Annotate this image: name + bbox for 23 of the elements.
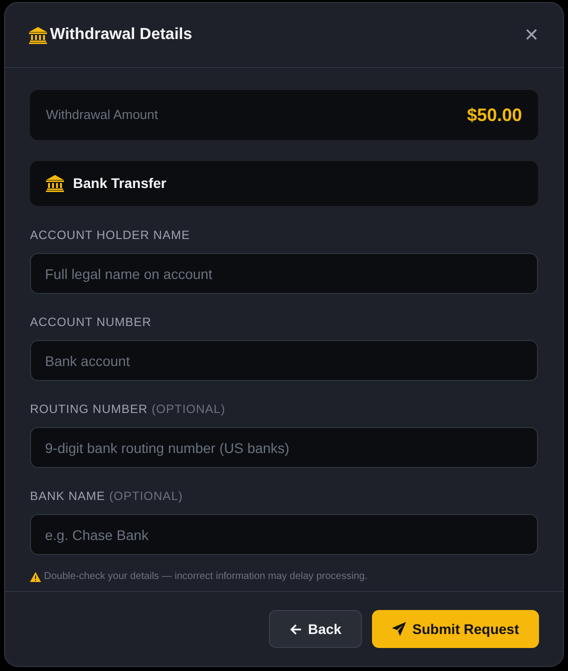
input-field[interactable]: e.g. Chase Bank	[30, 514, 538, 555]
field-label: ROUTING NUMBER	[30, 401, 148, 418]
warning-text: Double-check your details — incorrect information may delay processing.	[44, 570, 368, 584]
bank-icon	[46, 175, 64, 192]
field-label: ACCOUNT NUMBER	[30, 314, 152, 331]
back-button[interactable]: Back	[268, 610, 362, 648]
bank-icon	[29, 26, 47, 44]
field-label: BANK NAME	[30, 488, 106, 505]
method-label: Bank Transfer	[73, 174, 166, 193]
amount-value: $50.00	[466, 104, 522, 126]
input-field[interactable]: Full legal name on account	[30, 253, 538, 294]
paper-plane-icon	[392, 622, 406, 636]
submit-button[interactable]: Submit Request	[372, 610, 539, 648]
input-field[interactable]: Bank account	[30, 340, 538, 381]
optional-note: (OPTIONAL)	[109, 488, 183, 505]
optional-note: (OPTIONAL)	[152, 401, 226, 418]
input-field[interactable]: 9-digit bank routing number (US banks)	[30, 427, 538, 468]
dialog-title: Withdrawal Details	[50, 25, 192, 45]
arrow-left-icon	[290, 624, 302, 634]
field-label: ACCOUNT HOLDER NAME	[30, 227, 190, 244]
warning-icon	[30, 572, 41, 582]
close-button[interactable]: ✕	[524, 26, 539, 44]
amount-label: Withdrawal Amount	[46, 106, 158, 124]
